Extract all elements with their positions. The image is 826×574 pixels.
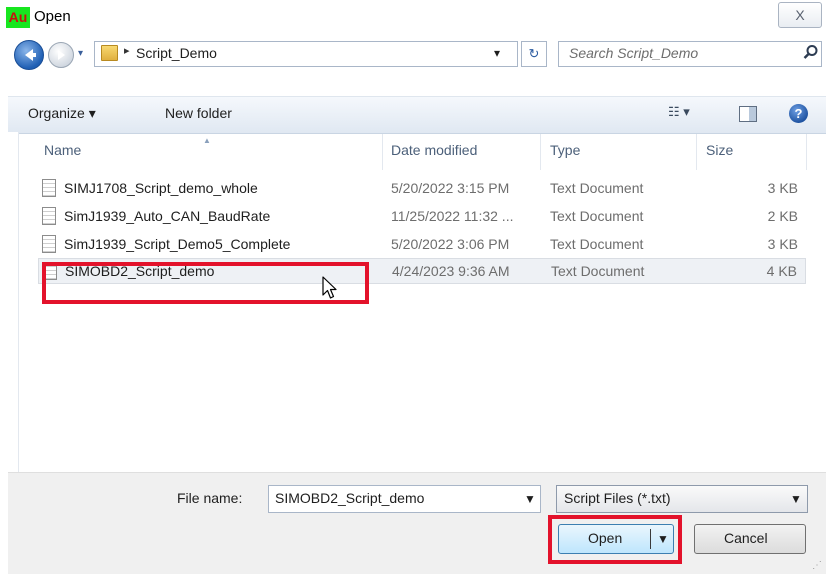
app-icon: Au bbox=[6, 7, 30, 28]
column-divider[interactable] bbox=[696, 134, 697, 170]
search-icon[interactable] bbox=[803, 44, 819, 64]
mouse-cursor-icon bbox=[322, 276, 337, 299]
file-type: Text Document bbox=[551, 263, 645, 279]
file-type: Text Document bbox=[550, 180, 644, 196]
address-dropdown-icon[interactable]: ▾ bbox=[494, 46, 500, 60]
search-placeholder: Search Script_Demo bbox=[569, 45, 699, 61]
breadcrumb-current-folder[interactable]: Script_Demo bbox=[136, 45, 217, 61]
file-type: Text Document bbox=[550, 236, 644, 252]
file-date: 5/20/2022 3:06 PM bbox=[391, 236, 510, 252]
highlight-box-selected-file bbox=[42, 262, 369, 304]
organize-menu-button[interactable]: Organize ▾ bbox=[28, 105, 96, 122]
breadcrumb-separator[interactable]: ▸ bbox=[124, 44, 130, 57]
text-document-icon bbox=[42, 179, 56, 197]
close-icon: X bbox=[795, 7, 805, 23]
column-divider[interactable] bbox=[540, 134, 541, 170]
column-header-type[interactable]: Type bbox=[550, 142, 580, 158]
refresh-button[interactable]: ↻ bbox=[521, 41, 547, 67]
file-type-filter-value[interactable]: Script Files (*.txt) bbox=[564, 490, 671, 506]
new-folder-button[interactable]: New folder bbox=[165, 105, 232, 121]
text-document-icon bbox=[42, 235, 56, 253]
file-row[interactable]: SIMJ1708_Script_demo_whole 5/20/2022 3:1… bbox=[38, 176, 806, 202]
highlight-box-open-button bbox=[548, 515, 682, 564]
sort-ascending-icon: ▲ bbox=[203, 136, 211, 145]
magnifier-icon bbox=[803, 45, 818, 59]
navigation-pane[interactable] bbox=[8, 132, 19, 472]
file-size: 3 KB bbox=[767, 180, 798, 196]
column-header-size[interactable]: Size bbox=[706, 142, 733, 158]
file-date: 11/25/2022 11:32 ... bbox=[391, 208, 514, 224]
recent-locations-dropdown[interactable]: ▾ bbox=[78, 49, 88, 59]
change-view-button[interactable]: ☷ ▾ bbox=[668, 104, 690, 120]
command-bar bbox=[8, 96, 826, 134]
file-date: 4/24/2023 9:36 AM bbox=[392, 263, 510, 279]
title-bar bbox=[0, 0, 826, 34]
back-arrow-icon bbox=[25, 49, 36, 61]
column-divider[interactable] bbox=[382, 134, 383, 170]
preview-pane-icon[interactable] bbox=[739, 106, 757, 122]
window-title: Open bbox=[34, 8, 71, 25]
file-name-dropdown-icon[interactable]: ▼ bbox=[524, 492, 536, 506]
file-name-value[interactable]: SIMOBD2_Script_demo bbox=[275, 490, 424, 506]
back-button[interactable] bbox=[14, 40, 44, 70]
filter-dropdown-icon[interactable]: ▼ bbox=[790, 492, 802, 506]
column-header-date-modified[interactable]: Date modified bbox=[391, 142, 477, 158]
cancel-button-label[interactable]: Cancel bbox=[724, 530, 768, 546]
file-date: 5/20/2022 3:15 PM bbox=[391, 180, 510, 196]
column-header-name[interactable]: Name bbox=[44, 142, 81, 158]
text-document-icon bbox=[42, 207, 56, 225]
forward-arrow-icon bbox=[58, 50, 65, 60]
file-name: SimJ1939_Script_Demo5_Complete bbox=[64, 236, 291, 252]
refresh-icon: ↻ bbox=[528, 46, 540, 61]
file-type: Text Document bbox=[550, 208, 644, 224]
file-size: 3 KB bbox=[767, 236, 798, 252]
file-name: SIMJ1708_Script_demo_whole bbox=[64, 180, 258, 196]
close-button[interactable]: X bbox=[778, 2, 822, 28]
resize-grip-icon[interactable]: ⋰ bbox=[812, 560, 822, 571]
file-name: SimJ1939_Auto_CAN_BaudRate bbox=[64, 208, 271, 224]
file-row[interactable]: SimJ1939_Script_Demo5_Complete 5/20/2022… bbox=[38, 232, 806, 258]
column-divider[interactable] bbox=[806, 134, 807, 170]
file-size: 4 KB bbox=[766, 263, 797, 279]
file-row[interactable]: SimJ1939_Auto_CAN_BaudRate 11/25/2022 11… bbox=[38, 204, 806, 230]
file-size: 2 KB bbox=[767, 208, 798, 224]
help-icon[interactable]: ? bbox=[789, 104, 808, 123]
forward-button[interactable] bbox=[48, 42, 74, 68]
folder-icon bbox=[101, 45, 118, 61]
file-name-label: File name: bbox=[177, 490, 243, 506]
